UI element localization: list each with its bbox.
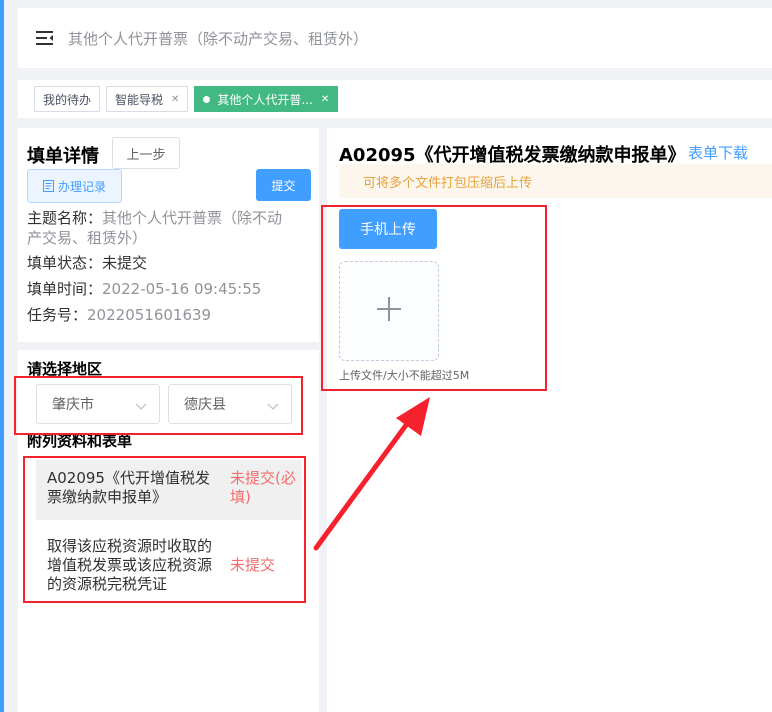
annotation-arrow-icon (313, 397, 430, 551)
